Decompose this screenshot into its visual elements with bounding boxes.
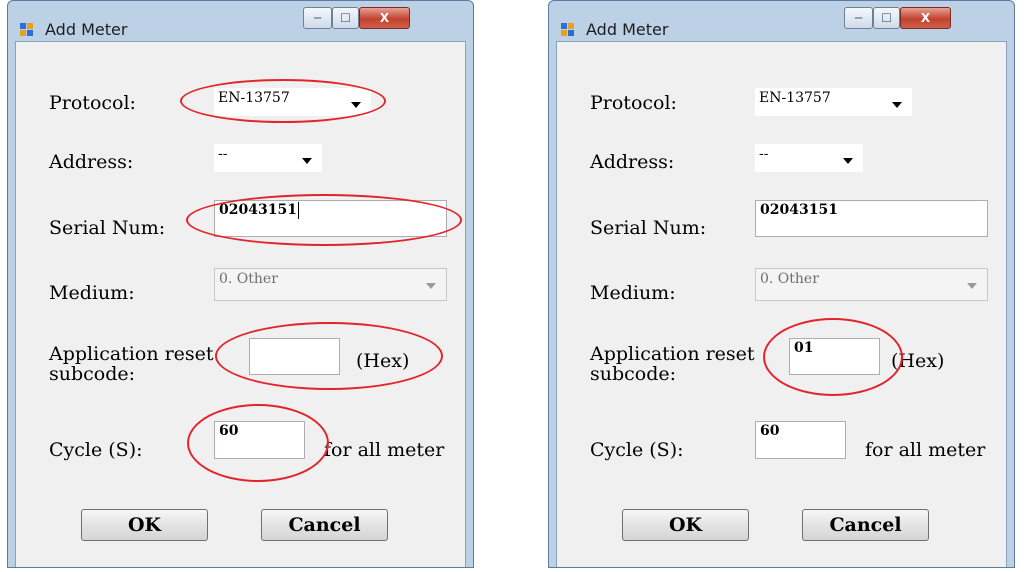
minimize-button[interactable]: ─	[303, 7, 332, 29]
medium-dropdown[interactable]: 0. Other	[755, 268, 988, 301]
app-icon	[20, 23, 34, 37]
serial-num-value: 02043151	[760, 202, 838, 218]
chevron-down-icon	[302, 158, 312, 164]
highlight-protocol-ellipse	[180, 79, 386, 123]
cycle-suffix-label: for all meter	[324, 439, 445, 461]
window-title: Add Meter	[45, 20, 128, 39]
address-label: Address:	[590, 151, 675, 173]
title-bar[interactable]: Add Meter ─ ☐ X	[8, 1, 473, 41]
highlight-app-reset-ellipse	[215, 322, 443, 390]
chevron-down-icon	[426, 283, 436, 289]
address-dropdown[interactable]: --	[214, 144, 322, 172]
address-value: --	[218, 146, 228, 162]
app-reset-subcode-label: Application reset subcode:	[590, 343, 755, 385]
medium-label: Medium:	[49, 282, 135, 304]
cycle-value: 60	[760, 423, 780, 439]
ok-button[interactable]: OK	[622, 509, 749, 541]
address-label: Address:	[49, 151, 134, 173]
dialog-client-area: Protocol: EN-13757 Address: -- Serial Nu…	[556, 41, 1007, 567]
highlight-app-reset-value-ellipse	[763, 318, 903, 396]
cycle-label: Cycle (S):	[590, 439, 684, 461]
highlight-serial-num-ellipse	[186, 194, 462, 246]
serial-num-label: Serial Num:	[590, 217, 707, 239]
protocol-label: Protocol:	[49, 92, 136, 114]
serial-num-label: Serial Num:	[49, 217, 166, 239]
cancel-button[interactable]: Cancel	[802, 509, 929, 541]
protocol-dropdown[interactable]: EN-13757	[755, 88, 912, 116]
medium-dropdown[interactable]: 0. Other	[214, 268, 447, 301]
window-title: Add Meter	[586, 20, 669, 39]
address-dropdown[interactable]: --	[755, 144, 863, 172]
maximize-button[interactable]: ☐	[873, 7, 900, 29]
close-button[interactable]: X	[359, 7, 410, 29]
cycle-label: Cycle (S):	[49, 439, 143, 461]
cycle-suffix-label: for all meter	[865, 439, 986, 461]
app-icon	[561, 23, 575, 37]
cycle-input[interactable]: 60	[755, 421, 846, 459]
add-meter-window-2: Add Meter ─ ☐ X Protocol: EN-13757 Addre…	[548, 0, 1015, 568]
medium-label: Medium:	[590, 282, 676, 304]
minimize-button[interactable]: ─	[844, 7, 873, 29]
title-bar[interactable]: Add Meter ─ ☐ X	[549, 1, 1014, 41]
serial-num-input[interactable]: 02043151	[755, 200, 988, 237]
protocol-label: Protocol:	[590, 92, 677, 114]
cancel-button[interactable]: Cancel	[261, 509, 388, 541]
protocol-value: EN-13757	[759, 90, 831, 106]
medium-value: 0. Other	[219, 271, 278, 287]
chevron-down-icon	[892, 102, 902, 108]
address-value: --	[759, 146, 769, 162]
ok-button[interactable]: OK	[81, 509, 208, 541]
maximize-button[interactable]: ☐	[332, 7, 359, 29]
close-button[interactable]: X	[900, 7, 951, 29]
medium-value: 0. Other	[760, 271, 819, 287]
highlight-cycle-ellipse	[187, 404, 329, 482]
chevron-down-icon	[967, 283, 977, 289]
chevron-down-icon	[843, 158, 853, 164]
